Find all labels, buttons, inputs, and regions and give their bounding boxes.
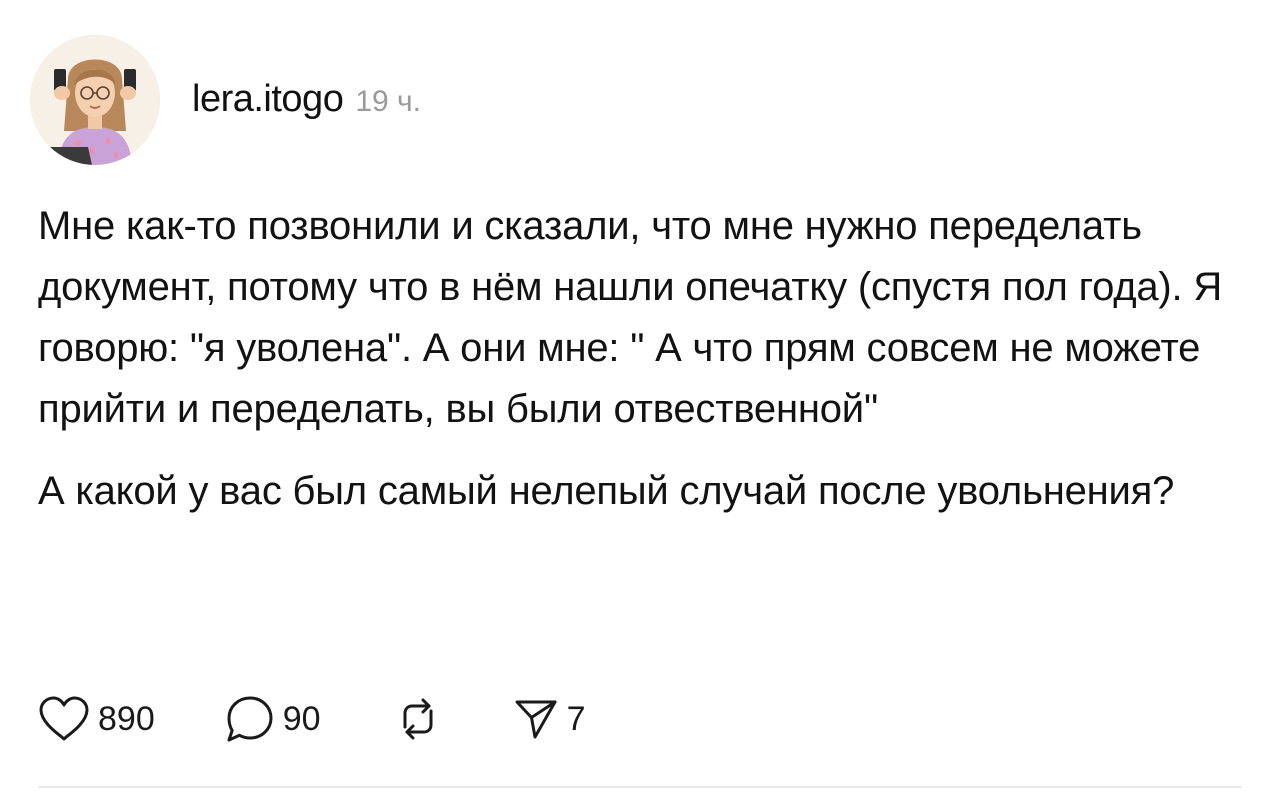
reply-count: 90: [282, 699, 321, 738]
thread-post: lera.itogo 19 ч. Мне как-то позвонили и …: [0, 0, 1280, 809]
heart-icon: [38, 696, 90, 742]
post-header: lera.itogo 19 ч.: [192, 78, 421, 124]
share-count: 7: [566, 699, 586, 738]
avatar[interactable]: [30, 35, 160, 165]
repost-button[interactable]: [393, 695, 443, 743]
share-button[interactable]: 7: [513, 696, 586, 742]
post-body: Мне как-то позвонили и сказали, что мне …: [38, 196, 1238, 522]
divider: [38, 786, 1242, 788]
post-timestamp: 19 ч.: [355, 85, 421, 118]
repost-icon: [393, 695, 443, 743]
comment-bubble-icon: [225, 695, 275, 743]
post-paragraph: А какой у вас был самый нелепый случай п…: [38, 469, 1175, 513]
like-button[interactable]: 890: [38, 696, 155, 742]
send-icon: [513, 696, 559, 742]
post-paragraph: Мне как-то позвонили и сказали, что мне …: [38, 204, 1223, 431]
post-actions: 890 90 7: [38, 694, 585, 744]
like-count: 890: [98, 699, 155, 738]
username[interactable]: lera.itogo: [192, 78, 344, 121]
reply-button[interactable]: 90: [225, 695, 321, 743]
avatar-illustration: [30, 35, 160, 165]
